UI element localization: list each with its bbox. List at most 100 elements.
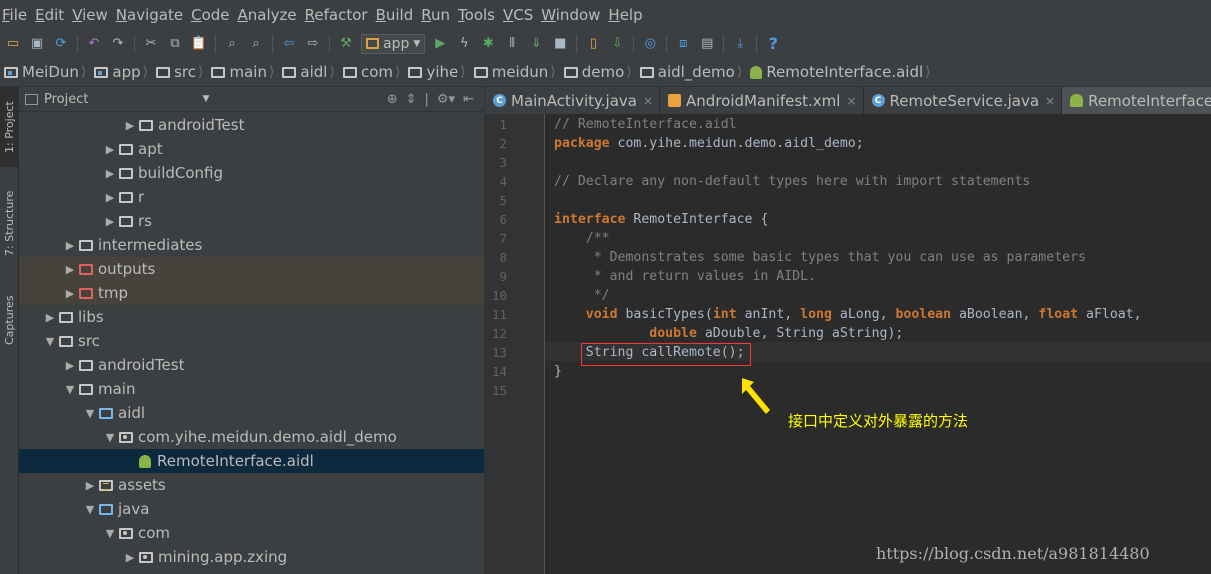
replace-icon[interactable]: ⌕ — [245, 33, 267, 55]
save-icon[interactable]: ▣ — [26, 33, 48, 55]
tree-item[interactable]: ▶ r — [19, 185, 484, 209]
cut-icon[interactable]: ✂ — [140, 33, 162, 55]
chevron-down-icon[interactable]: ▼ — [41, 335, 59, 348]
menu-vcs[interactable]: VCS — [503, 6, 539, 24]
forward-icon[interactable]: ⇨ — [302, 33, 324, 55]
chevron-down-icon[interactable]: ▼ — [61, 383, 79, 396]
collapse-all-icon[interactable]: ⇕ — [406, 92, 417, 107]
sync-gradle-icon[interactable]: ⧈ — [672, 33, 694, 55]
breadcrumb-item[interactable]: com ⟩ — [342, 63, 409, 81]
menu-window[interactable]: Window — [541, 6, 606, 24]
run-config-select[interactable]: app ▼ — [361, 33, 426, 54]
tree-item[interactable]: ▼ com.yihe.meidun.demo.aidl_demo — [19, 425, 484, 449]
chevron-right-icon[interactable]: ▶ — [61, 287, 79, 300]
open-icon[interactable]: ▭ — [2, 33, 24, 55]
chevron-right-icon[interactable]: ▶ — [121, 551, 139, 564]
menu-refactor[interactable]: Refactor — [305, 6, 374, 24]
tree-item[interactable]: ▶ tmp — [19, 281, 484, 305]
breadcrumb-item[interactable]: RemoteInterface.aidl ⟩ — [750, 63, 938, 81]
coverage-icon[interactable]: ⫴ — [501, 33, 523, 55]
breadcrumb-item[interactable]: meidun ⟩ — [473, 63, 564, 81]
tree-item[interactable]: ▶ outputs — [19, 257, 484, 281]
menu-file[interactable]: File — [2, 6, 33, 24]
close-icon[interactable]: × — [846, 94, 856, 108]
breadcrumb-item[interactable]: aidl ⟩ — [282, 63, 343, 81]
undo-icon[interactable]: ↶ — [83, 33, 105, 55]
apply-changes-icon[interactable]: ϟ — [453, 33, 475, 55]
paste-icon[interactable]: 📋 — [188, 33, 210, 55]
chevron-right-icon[interactable]: ▶ — [101, 191, 119, 204]
copy-icon[interactable]: ⧉ — [164, 33, 186, 55]
menu-analyze[interactable]: Analyze — [238, 6, 303, 24]
debug-icon[interactable]: ✱ — [477, 33, 499, 55]
editor-tab[interactable]: RemoteInterface.aidl× — [1062, 87, 1211, 114]
editor-tab[interactable]: C MainActivity.java × — [485, 87, 661, 114]
breadcrumb-item[interactable]: main ⟩ — [211, 63, 282, 81]
chevron-right-icon[interactable]: ▶ — [121, 119, 139, 132]
chevron-right-icon[interactable]: ▶ — [101, 143, 119, 156]
breadcrumb-item[interactable]: src ⟩ — [156, 63, 211, 81]
menu-tools[interactable]: Tools — [458, 6, 501, 24]
project-panel-title[interactable]: Project — [44, 92, 88, 107]
back-icon[interactable]: ⇦ — [278, 33, 300, 55]
menu-code[interactable]: Code — [191, 6, 235, 24]
tree-item[interactable]: ▼ com — [19, 521, 484, 545]
chevron-right-icon[interactable]: ▶ — [61, 239, 79, 252]
tab-captures[interactable]: Captures — [0, 284, 19, 356]
sync-icon[interactable]: ⟳ — [50, 33, 72, 55]
chevron-down-icon[interactable]: ▼ — [101, 527, 119, 540]
avd-manager-icon[interactable]: ▯ — [582, 33, 604, 55]
tree-item[interactable]: ▼ src — [19, 329, 484, 353]
tree-item[interactable]: ▼ aidl — [19, 401, 484, 425]
tree-item[interactable]: ▶ intermediates — [19, 233, 484, 257]
menu-navigate[interactable]: Navigate — [116, 6, 189, 24]
tree-item[interactable]: ▶ buildConfig — [19, 161, 484, 185]
run-icon[interactable]: ▶ — [429, 33, 451, 55]
chevron-down-icon[interactable]: ▼ — [202, 94, 209, 104]
chevron-down-icon[interactable]: ▼ — [81, 407, 99, 420]
locate-icon[interactable]: ⊕ — [387, 92, 398, 107]
menu-edit[interactable]: Edit — [35, 6, 70, 24]
menu-run[interactable]: Run — [421, 6, 456, 24]
tree-item[interactable]: ▶ androidTest — [19, 113, 484, 137]
tree-item[interactable]: ▶ libs — [19, 305, 484, 329]
tree-item[interactable]: ▼ main — [19, 377, 484, 401]
make-icon[interactable]: ⚒ — [335, 33, 357, 55]
stop-icon[interactable]: ■ — [549, 33, 571, 55]
chevron-right-icon[interactable]: ▶ — [101, 167, 119, 180]
tree-item[interactable]: ▶ apt — [19, 137, 484, 161]
breadcrumb-item[interactable]: aidl_demo ⟩ — [639, 63, 751, 81]
menu-build[interactable]: Build — [376, 6, 420, 24]
breadcrumb-item[interactable]: demo ⟩ — [563, 63, 640, 81]
layout-inspector-icon[interactable]: ▤ — [696, 33, 718, 55]
tree-item[interactable]: ▶ assets — [19, 473, 484, 497]
help-icon[interactable]: ? — [762, 33, 784, 55]
attach-debugger-icon[interactable]: ⇓ — [525, 33, 547, 55]
close-icon[interactable]: × — [1045, 94, 1055, 108]
chevron-down-icon[interactable]: ▼ — [101, 431, 119, 444]
tree-item[interactable]: ▶ mining.app.zxing — [19, 545, 484, 569]
download-icon[interactable]: ⤓ — [729, 33, 751, 55]
close-icon[interactable]: × — [643, 94, 653, 108]
tree-item[interactable]: ▼ java — [19, 497, 484, 521]
chevron-right-icon[interactable]: ▶ — [101, 215, 119, 228]
tree-item[interactable]: ▶ rs — [19, 209, 484, 233]
menu-view[interactable]: View — [72, 6, 114, 24]
sdk-manager-icon[interactable]: ⇩ — [606, 33, 628, 55]
breadcrumb-item[interactable]: app ⟩ — [94, 63, 156, 81]
chevron-right-icon[interactable]: ▶ — [81, 479, 99, 492]
breadcrumb-item[interactable]: yihe ⟩ — [408, 63, 473, 81]
chevron-down-icon[interactable]: ▼ — [81, 503, 99, 516]
gear-icon[interactable]: ⚙▾ — [437, 92, 455, 107]
tab-project[interactable]: 1: Project — [0, 87, 19, 167]
tree-item[interactable]: ▶RemoteInterface.aidl — [19, 449, 484, 473]
find-icon[interactable]: ⌕ — [221, 33, 243, 55]
tab-structure[interactable]: 7: Structure — [0, 182, 19, 264]
chevron-right-icon[interactable]: ▶ — [41, 311, 59, 324]
redo-icon[interactable]: ↷ — [107, 33, 129, 55]
chevron-right-icon[interactable]: ▶ — [61, 263, 79, 276]
chevron-right-icon[interactable]: ▶ — [61, 359, 79, 372]
hide-panel-icon[interactable]: ⇤ — [463, 92, 474, 107]
tree-item[interactable]: ▶ androidTest — [19, 353, 484, 377]
project-structure-icon[interactable]: ◎ — [639, 33, 661, 55]
